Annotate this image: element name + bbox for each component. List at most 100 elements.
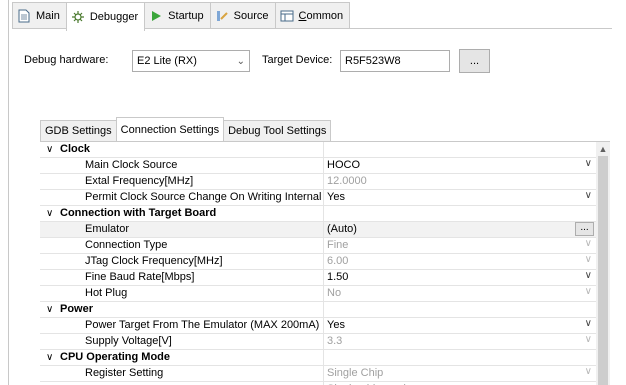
tab-main[interactable]: Main: [12, 2, 67, 28]
property-value[interactable]: 1.50: [324, 270, 596, 285]
tab-source[interactable]: Source: [209, 2, 276, 28]
property-name: Fine Baud Rate[Mbps]: [40, 270, 324, 285]
property-value[interactable]: No: [324, 286, 596, 301]
property-value: [324, 142, 596, 157]
chevron-down-icon[interactable]: ∨: [585, 366, 592, 377]
expand-chevron-icon[interactable]: ∨: [46, 142, 60, 157]
property-value[interactable]: 12.0000: [324, 174, 596, 189]
chevron-down-icon[interactable]: ∨: [585, 334, 592, 345]
window-left-border: [8, 0, 9, 385]
property-name: Extal Frequency[MHz]: [40, 174, 324, 189]
debug-hardware-value: E2 Lite (RX): [137, 55, 197, 67]
property-value[interactable]: 6.00: [324, 254, 596, 269]
bug-icon: [71, 10, 85, 24]
chevron-down-icon[interactable]: ∨: [585, 158, 592, 169]
expand-chevron-icon[interactable]: ∨: [46, 350, 60, 365]
play-icon: [149, 9, 163, 23]
property-value: [324, 302, 596, 317]
chevron-down-icon[interactable]: ∨: [585, 286, 592, 297]
property-tree: ∨ Clock Main Clock Source HOCO ∨ Extal Freque…: [40, 142, 596, 385]
property-category[interactable]: ∨ Power: [40, 302, 596, 318]
scroll-up-icon[interactable]: ▲: [596, 142, 610, 156]
property-name-text: CPU Operating Mode: [60, 351, 171, 363]
property-name-text: Main Clock Source: [85, 159, 178, 171]
target-device-label: Target Device:: [262, 54, 333, 66]
chevron-down-icon: ⌄: [236, 55, 245, 67]
property-name: ∨ CPU Operating Mode: [40, 350, 324, 365]
property-value[interactable]: Yes: [324, 318, 596, 333]
property-name: Emulator: [40, 222, 324, 237]
debug-hardware-select[interactable]: E2 Lite (RX) ⌄: [132, 50, 250, 72]
property-row[interactable]: Main Clock Source HOCO ∨: [40, 158, 596, 174]
property-name-text: Register Setting: [85, 367, 164, 379]
property-category[interactable]: ∨ Connection with Target Board: [40, 206, 596, 222]
property-value[interactable]: HOCO: [324, 158, 596, 173]
browse-device-button[interactable]: ...: [459, 49, 490, 73]
property-name-text: JTag Clock Frequency[MHz]: [85, 255, 223, 267]
tab-debug-tool-settings[interactable]: Debug Tool Settings: [223, 120, 332, 141]
property-name: Power Target From The Emulator (MAX 200m…: [40, 318, 324, 333]
property-row[interactable]: Supply Voltage[V] 3.3 ∨: [40, 334, 596, 350]
debug-hardware-label: Debug hardware:: [24, 54, 109, 66]
property-name-text: Power: [60, 303, 94, 315]
property-name-text: Fine Baud Rate[Mbps]: [85, 271, 195, 283]
chevron-down-icon[interactable]: ∨: [585, 254, 592, 265]
property-row[interactable]: Fine Baud Rate[Mbps] 1.50 ∨: [40, 270, 596, 286]
property-row[interactable]: Emulator (Auto)...: [40, 222, 596, 238]
property-name-text: Emulator: [85, 223, 130, 235]
chevron-down-icon[interactable]: ∨: [585, 190, 592, 201]
document-icon: [17, 9, 31, 23]
settings-tabs: GDB Settings Connection Settings Debug T…: [40, 117, 332, 141]
property-value[interactable]: Yes: [324, 190, 596, 205]
scrollbar-thumb[interactable]: [598, 156, 608, 385]
property-value[interactable]: Single Chip: [324, 366, 596, 381]
property-name-text: Clock: [60, 143, 90, 155]
property-name: ∨ Connection with Target Board: [40, 206, 324, 221]
property-row[interactable]: Permit Clock Source Change On Writing In…: [40, 190, 596, 206]
property-name: Register Setting: [40, 366, 324, 381]
ellipsis-button[interactable]: ...: [575, 222, 594, 236]
tab-common[interactable]: Common: [274, 2, 351, 28]
tab-common-label: Common: [298, 9, 344, 22]
property-row[interactable]: Extal Frequency[MHz] 12.0000: [40, 174, 596, 190]
property-name: Main Clock Source: [40, 158, 324, 173]
property-row[interactable]: Hot Plug No ∨: [40, 286, 596, 302]
chevron-down-icon[interactable]: ∨: [585, 270, 592, 281]
target-device-input[interactable]: R5F523W8: [340, 50, 450, 72]
property-name: ∨ Power: [40, 302, 324, 317]
property-name-text: Permit Clock Source Change On Writing In…: [85, 191, 323, 203]
property-category[interactable]: ∨ Clock: [40, 142, 596, 158]
property-row[interactable]: JTag Clock Frequency[MHz] 6.00 ∨: [40, 254, 596, 270]
property-value: [324, 350, 596, 365]
property-name-text: Connection Type: [85, 239, 168, 251]
property-row[interactable]: Power Target From The Emulator (MAX 200m…: [40, 318, 596, 334]
property-name-text: Supply Voltage[V]: [85, 335, 172, 347]
property-value[interactable]: 3.3: [324, 334, 596, 349]
property-value[interactable]: Fine: [324, 238, 596, 253]
property-name: Connection Type: [40, 238, 324, 253]
expand-chevron-icon[interactable]: ∨: [46, 206, 60, 221]
tab-startup[interactable]: Startup: [144, 2, 211, 28]
property-row[interactable]: Register Setting Single Chip ∨: [40, 366, 596, 382]
property-name: Hot Plug: [40, 286, 324, 301]
tab-main-label: Main: [36, 9, 60, 22]
chevron-down-icon[interactable]: ∨: [585, 238, 592, 249]
tab-debugger[interactable]: Debugger: [65, 2, 146, 31]
tab-debugger-label: Debugger: [89, 11, 139, 23]
property-value: [324, 206, 596, 221]
property-name-text: Extal Frequency[MHz]: [85, 175, 194, 187]
property-name-text: Connection with Target Board: [60, 207, 217, 219]
tab-connection-settings[interactable]: Connection Settings: [115, 117, 225, 141]
property-value[interactable]: (Auto): [324, 222, 596, 237]
expand-chevron-icon[interactable]: ∨: [46, 302, 60, 317]
chevron-down-icon[interactable]: ∨: [585, 318, 592, 329]
property-name: Permit Clock Source Change On Writing In…: [40, 190, 324, 205]
tab-startup-label: Startup: [168, 9, 204, 22]
property-row[interactable]: Connection Type Fine ∨: [40, 238, 596, 254]
tab-gdb-settings[interactable]: GDB Settings: [40, 120, 117, 141]
vertical-scrollbar[interactable]: ▲: [596, 142, 610, 385]
property-category[interactable]: ∨ CPU Operating Mode: [40, 350, 596, 366]
property-name-text: Power Target From The Emulator (MAX 200m…: [85, 319, 320, 331]
target-device-value: R5F523W8: [345, 55, 401, 67]
property-name-text: Hot Plug: [85, 287, 128, 299]
